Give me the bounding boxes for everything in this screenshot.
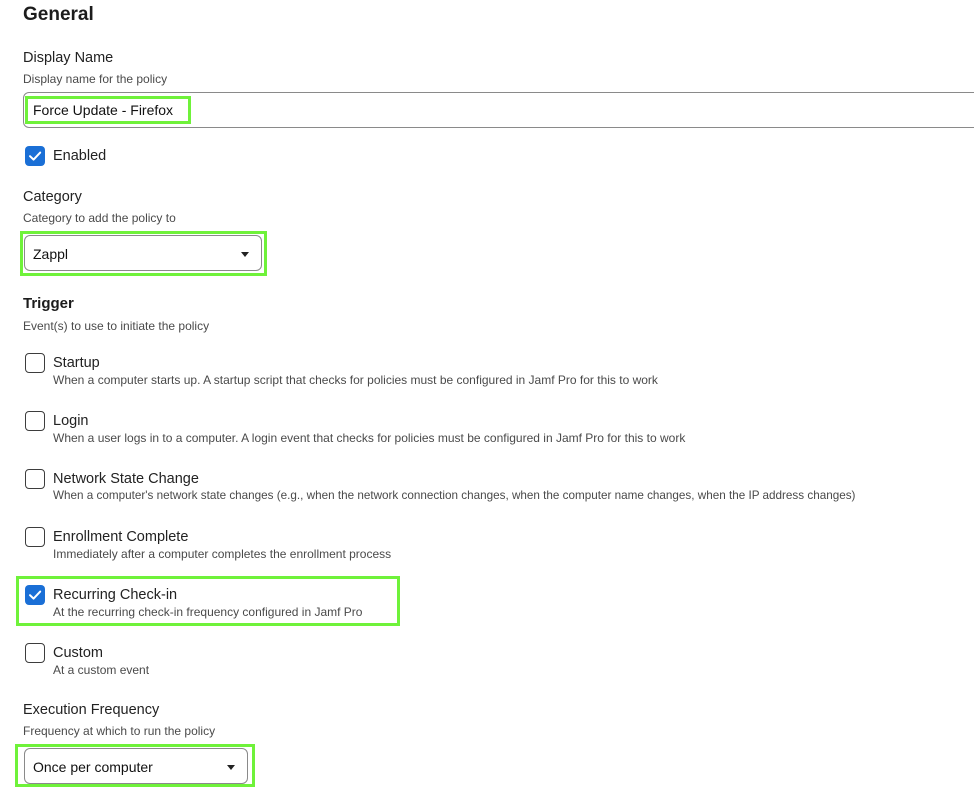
recurring-check-in-description: At the recurring check-in frequency conf…: [53, 605, 363, 619]
checkmark-icon: [29, 151, 42, 161]
enrollment-complete-label: Enrollment Complete: [53, 529, 189, 545]
network-state-change-checkbox[interactable]: [25, 469, 45, 489]
recurring-check-in-checkbox[interactable]: [25, 585, 45, 605]
trigger-title: Trigger: [23, 295, 74, 312]
enrollment-complete-checkbox[interactable]: [25, 527, 45, 547]
category-selected-value: Zappl: [33, 246, 69, 262]
section-title: General: [23, 4, 94, 25]
trigger-description: Event(s) to use to initiate the policy: [23, 319, 210, 333]
login-description: When a user logs in to a computer. A log…: [53, 431, 686, 445]
display-name-label: Display Name: [23, 50, 114, 66]
enabled-label: Enabled: [53, 148, 107, 164]
enabled-checkbox[interactable]: [25, 146, 45, 166]
display-name-description: Display name for the policy: [23, 72, 168, 86]
recurring-check-in-label: Recurring Check-in: [53, 587, 178, 603]
display-name-value: Force Update - Firefox: [33, 102, 174, 118]
chevron-down-icon: [241, 252, 249, 257]
login-checkbox[interactable]: [25, 411, 45, 431]
startup-label: Startup: [53, 355, 100, 371]
category-description: Category to add the policy to: [23, 211, 176, 225]
category-select[interactable]: Zappl: [24, 235, 262, 271]
startup-checkbox[interactable]: [25, 353, 45, 373]
execution-frequency-select[interactable]: Once per computer: [24, 748, 248, 784]
execution-frequency-selected-value: Once per computer: [33, 759, 153, 775]
execution-frequency-label: Execution Frequency: [23, 702, 160, 718]
checkmark-icon: [29, 590, 42, 600]
network-state-change-label: Network State Change: [53, 471, 199, 487]
network-state-change-description: When a computer's network state changes …: [53, 489, 856, 502]
custom-description: At a custom event: [53, 663, 150, 677]
login-label: Login: [53, 413, 89, 429]
startup-description: When a computer starts up. A startup scr…: [53, 373, 658, 387]
execution-frequency-description: Frequency at which to run the policy: [23, 724, 216, 738]
enrollment-complete-description: Immediately after a computer completes t…: [53, 547, 392, 561]
category-label: Category: [23, 189, 82, 205]
display-name-input[interactable]: Force Update - Firefox: [23, 92, 974, 128]
custom-label: Custom: [53, 645, 103, 661]
chevron-down-icon: [227, 765, 235, 770]
custom-checkbox[interactable]: [25, 643, 45, 663]
